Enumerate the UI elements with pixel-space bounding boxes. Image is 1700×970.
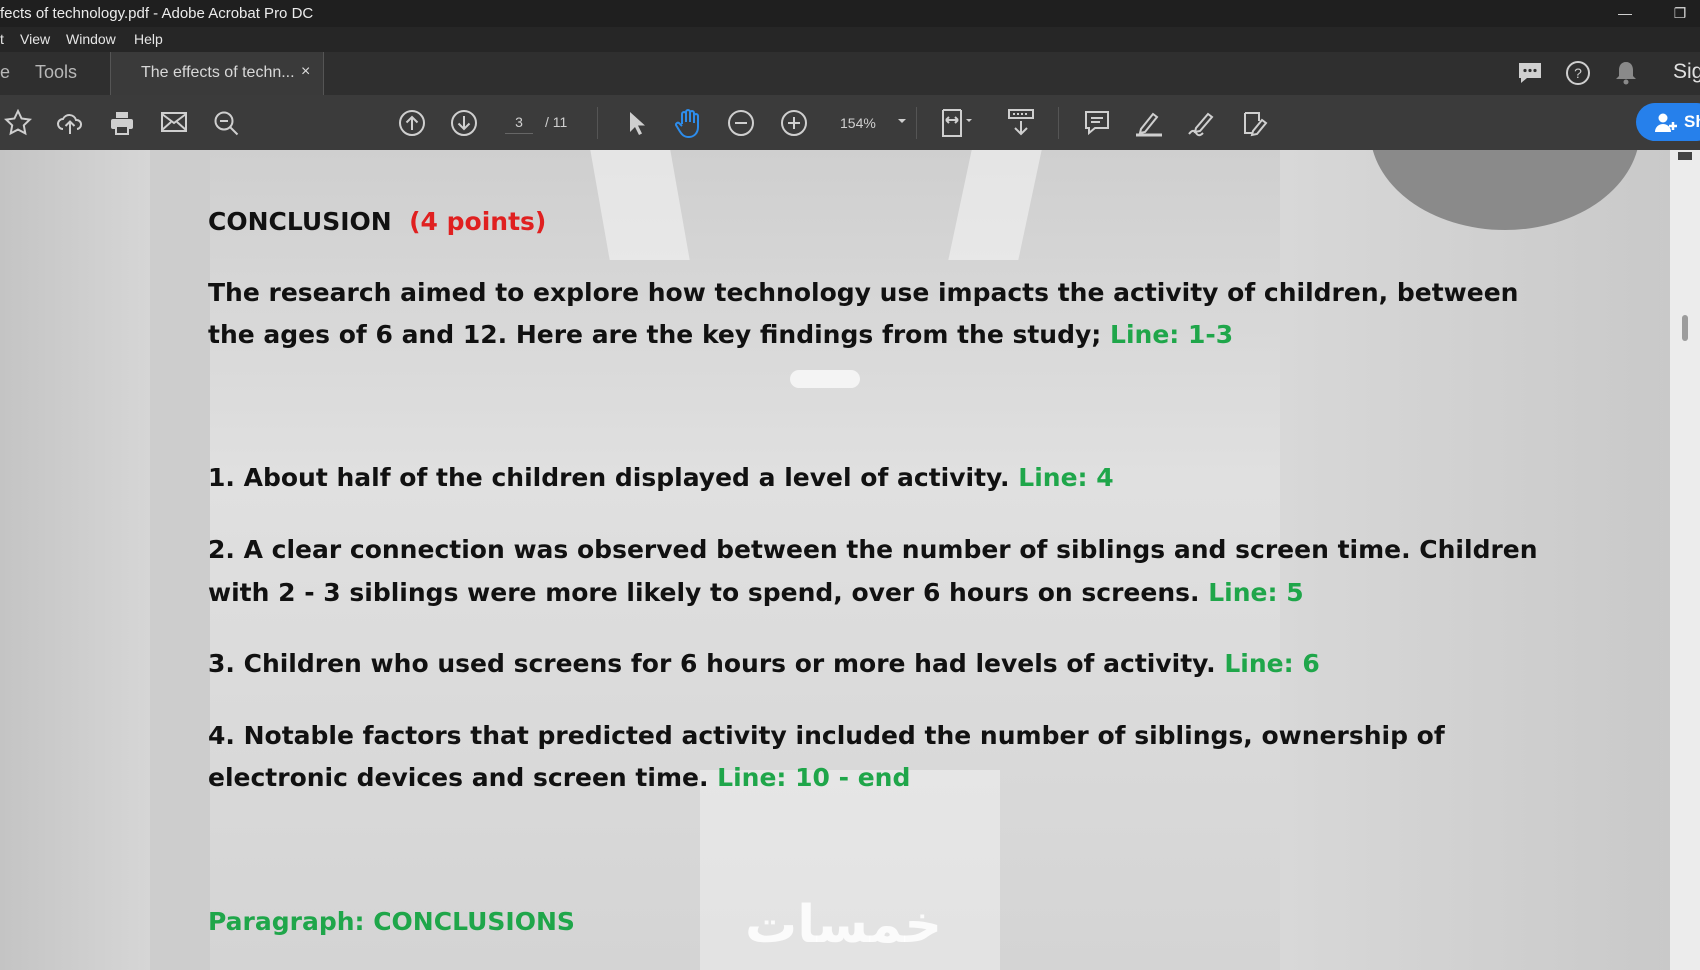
- draw-signature-icon[interactable]: [1187, 108, 1217, 138]
- intro-line-2-text: the ages of 6 and 12. Here are the key f…: [208, 320, 1102, 349]
- intro-line-2: the ages of 6 and 12. Here are the key f…: [208, 313, 1233, 356]
- tab-tools[interactable]: Tools: [35, 62, 77, 83]
- previous-page-icon[interactable]: [398, 109, 426, 137]
- document-view[interactable]: CONCLUSION (4 points) The research aimed…: [0, 150, 1670, 970]
- heading-text: CONCLUSION: [208, 207, 392, 236]
- finding-2-text: with 2 - 3 siblings were more likely to …: [208, 578, 1200, 607]
- svg-text:?: ?: [1574, 65, 1582, 81]
- toolbar: 3 / 11 154% Sh: [0, 95, 1700, 150]
- share-button[interactable]: Sh: [1636, 103, 1700, 141]
- finding-4-text: electronic devices and screen time.: [208, 763, 709, 792]
- next-page-icon[interactable]: [450, 109, 478, 137]
- finding-1-text: 1. About half of the children displayed …: [208, 463, 1010, 492]
- menu-view[interactable]: View: [20, 31, 50, 47]
- finding-2-line-2: with 2 - 3 siblings were more likely to …: [208, 571, 1304, 614]
- tab-home-partial[interactable]: e: [0, 62, 10, 83]
- add-comment-icon[interactable]: [1083, 109, 1111, 137]
- scroll-mode-icon[interactable]: [1006, 107, 1036, 139]
- finding-1: 1. About half of the children displayed …: [208, 456, 1114, 499]
- upload-cloud-icon[interactable]: [56, 109, 84, 137]
- highlight-pen-icon[interactable]: [1134, 108, 1164, 138]
- finding-1-ref: Line: 4: [1018, 463, 1114, 492]
- menu-window[interactable]: Window: [66, 31, 116, 47]
- hand-tool-icon[interactable]: [674, 107, 704, 139]
- menu-help[interactable]: Help: [134, 31, 163, 47]
- finding-3: 3. Children who used screens for 6 hours…: [208, 642, 1320, 685]
- select-cursor-icon[interactable]: [625, 109, 649, 137]
- tab-close-icon[interactable]: ×: [301, 63, 310, 81]
- zoom-out-icon[interactable]: [727, 109, 755, 137]
- toolbar-divider: [1058, 107, 1059, 139]
- menu-edit-partial[interactable]: t: [0, 31, 4, 47]
- intro-line-ref: Line: 1-3: [1110, 320, 1234, 349]
- zoom-in-icon[interactable]: [780, 109, 808, 137]
- paragraph-label: Paragraph: CONCLUSIONS: [208, 907, 575, 936]
- conclusion-heading: CONCLUSION (4 points): [208, 200, 546, 243]
- points-label: (4 points): [409, 207, 547, 236]
- toolbar-divider: [916, 107, 917, 139]
- sign-in-label[interactable]: Sig: [1673, 60, 1700, 84]
- menu-bar: t View Window Help: [0, 27, 1700, 52]
- toolbar-divider: [597, 107, 598, 139]
- finding-3-text: 3. Children who used screens for 6 hours…: [208, 649, 1216, 678]
- email-icon[interactable]: [160, 110, 188, 134]
- finding-4-line-2: electronic devices and screen time. Line…: [208, 756, 910, 799]
- bookmark-star-icon[interactable]: [4, 109, 32, 137]
- notification-bell-icon[interactable]: [1614, 60, 1638, 86]
- page-total: / 11: [545, 114, 568, 130]
- fit-page-icon[interactable]: [940, 107, 974, 139]
- add-user-icon: [1654, 112, 1678, 139]
- intro-line-1: The research aimed to explore how techno…: [208, 278, 1519, 307]
- tab-document-label: The effects of techn...: [141, 64, 295, 81]
- tab-document[interactable]: The effects of techn... ×: [110, 52, 324, 95]
- search-icon[interactable]: [212, 109, 240, 137]
- restore-button[interactable]: ❐: [1665, 3, 1695, 23]
- share-button-label: Sh: [1684, 112, 1700, 131]
- fill-sign-icon[interactable]: [1239, 108, 1269, 138]
- chevron-down-icon[interactable]: [897, 117, 907, 125]
- title-bar: fects of technology.pdf - Adobe Acrobat …: [0, 0, 1700, 27]
- tab-bar: e Tools The effects of techn... × ? Sig: [0, 52, 1700, 96]
- finding-3-ref: Line: 6: [1224, 649, 1320, 678]
- window-title: fects of technology.pdf - Adobe Acrobat …: [0, 5, 314, 22]
- scrollbar-thumb[interactable]: [1682, 315, 1688, 341]
- page-number-input[interactable]: 3: [505, 111, 533, 134]
- print-icon[interactable]: [108, 109, 136, 137]
- finding-4-ref: Line: 10 - end: [717, 763, 911, 792]
- finding-2-ref: Line: 5: [1208, 578, 1304, 607]
- vertical-scrollbar[interactable]: [1670, 150, 1700, 970]
- finding-4-line-1: 4. Notable factors that predicted activi…: [208, 721, 1445, 750]
- scroll-up-arrow[interactable]: [1678, 152, 1692, 160]
- minimize-button[interactable]: —: [1610, 3, 1640, 23]
- watermark-logo: خمسات: [745, 895, 943, 955]
- comment-bubble-icon[interactable]: [1517, 60, 1543, 86]
- help-icon[interactable]: ?: [1565, 60, 1591, 86]
- zoom-level-select[interactable]: 154%: [840, 112, 876, 134]
- finding-2-line-1: 2. A clear connection was observed betwe…: [208, 535, 1538, 564]
